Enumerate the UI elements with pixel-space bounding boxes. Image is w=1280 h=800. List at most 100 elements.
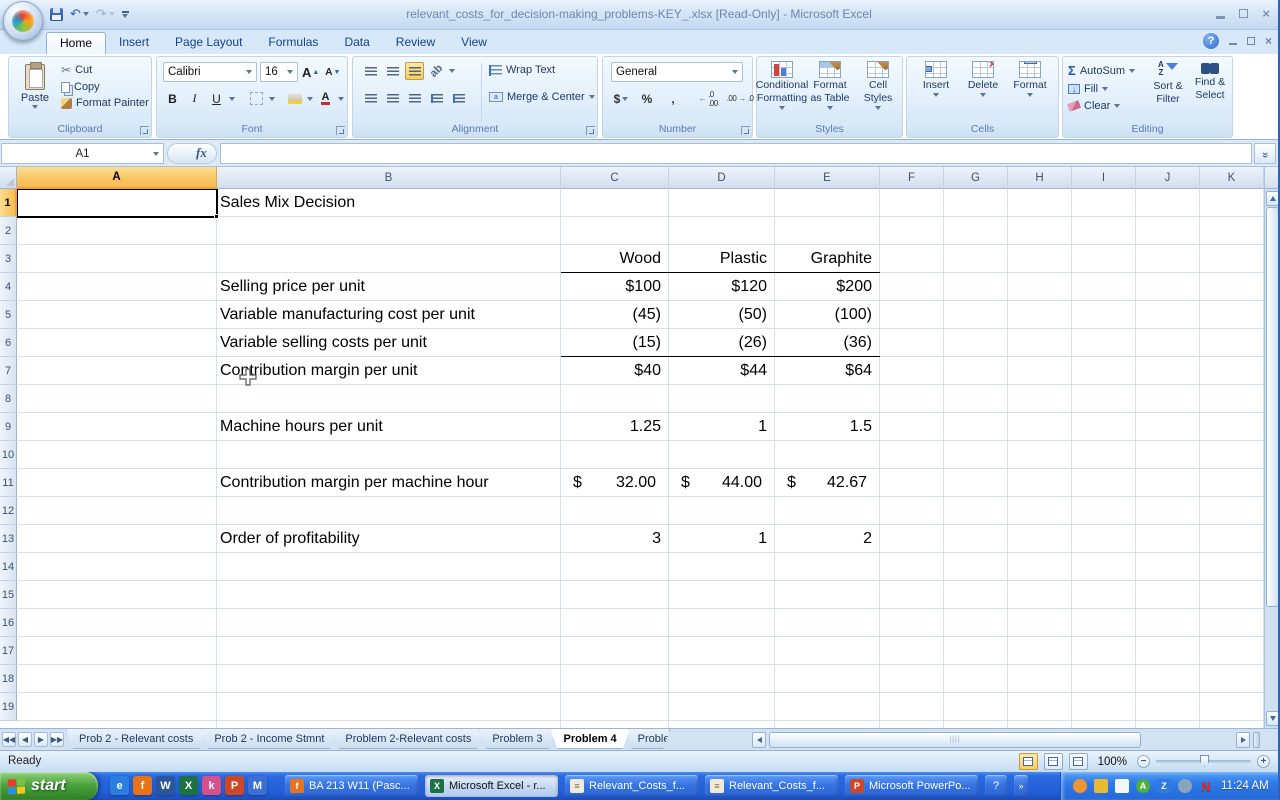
shrink-font-button[interactable]: A▼ — [323, 63, 342, 82]
page-break-view-button[interactable] — [1069, 753, 1088, 770]
cell-grid[interactable]: Sales Mix DecisionWoodPlasticGraphiteSel… — [17, 189, 1264, 728]
format-painter-button[interactable]: Format Painter — [61, 97, 149, 109]
select-all-corner[interactable] — [0, 167, 17, 189]
zoom-slider-thumb[interactable] — [1200, 755, 1209, 767]
cell-product-header-graphite[interactable]: Graphite — [775, 245, 880, 273]
office-button[interactable] — [3, 1, 43, 41]
first-sheet-button[interactable]: ◀◀ — [2, 732, 16, 747]
fill-color-button[interactable] — [285, 89, 304, 108]
cut-button[interactable]: ✂Cut — [61, 63, 149, 77]
task-button-relevant-costs-f[interactable]: ≡Relevant_Costs_f... — [705, 775, 838, 797]
sort-filter-button[interactable]: AZ Sort &Filter — [1147, 61, 1189, 105]
sheet-tab-problem-3[interactable]: Problem 3 — [479, 729, 555, 749]
autosum-button[interactable]: ΣAutoSum — [1068, 63, 1135, 78]
zoom-slider[interactable] — [1156, 760, 1251, 763]
sheet-tab-proble[interactable]: Proble — [625, 729, 671, 749]
help-icon[interactable]: ? — [1203, 33, 1219, 49]
font-size-combo[interactable]: 16 — [260, 62, 298, 82]
row-header-11[interactable]: 11 — [0, 469, 17, 497]
number-dialog-launcher[interactable] — [741, 126, 750, 135]
messenger-icon[interactable]: M — [248, 776, 267, 795]
top-align-button[interactable] — [361, 62, 380, 80]
cell-value[interactable]: (26) — [669, 329, 775, 357]
cell-label-contribution-margin-per-unit[interactable]: Contribution margin per unit — [217, 357, 561, 385]
cell-label-machine-hours-per-unit[interactable]: Machine hours per unit — [217, 413, 561, 441]
percent-style-button[interactable]: % — [637, 89, 657, 108]
cell-label-contribution-margin-per-machine-hour[interactable]: Contribution margin per machine hour — [217, 469, 561, 497]
cell-styles-button[interactable]: CellStyles — [855, 61, 901, 110]
column-header-B[interactable]: B — [217, 167, 561, 189]
row-header-4[interactable]: 4 — [0, 273, 17, 301]
cell-value[interactable]: $32.00 — [561, 469, 669, 497]
clear-button[interactable]: Clear — [1068, 100, 1135, 112]
close-button[interactable]: × — [1262, 6, 1270, 21]
cell-value[interactable]: (36) — [775, 329, 880, 357]
row-header-15[interactable]: 15 — [0, 581, 17, 609]
cell-value[interactable]: 1.5 — [775, 413, 880, 441]
updates-tray-icon[interactable] — [1073, 779, 1087, 793]
taskbar-group-chevron-button[interactable]: » — [1014, 775, 1028, 797]
clipboard-dialog-launcher[interactable] — [140, 126, 149, 135]
merge-center-button[interactable]: aMerge & Center — [489, 91, 595, 103]
cell-product-header-plastic[interactable]: Plastic — [669, 245, 775, 273]
row-header-10[interactable]: 10 — [0, 441, 17, 469]
scroll-left-button[interactable] — [752, 732, 766, 748]
tab-review[interactable]: Review — [383, 32, 448, 54]
orientation-button[interactable]: ab — [427, 62, 446, 80]
firefox-icon[interactable]: f — [133, 776, 152, 795]
tab-data[interactable]: Data — [331, 32, 382, 54]
row-header-8[interactable]: 8 — [0, 385, 17, 413]
cell-label-selling-price-per-unit[interactable]: Selling price per unit — [217, 273, 561, 301]
column-header-K[interactable]: K — [1200, 167, 1264, 189]
cell-value[interactable]: $40 — [561, 357, 669, 385]
decrease-indent-button[interactable] — [427, 89, 446, 107]
accounting-format-button[interactable]: $ — [611, 89, 631, 108]
scroll-down-button[interactable] — [1266, 711, 1279, 726]
column-header-F[interactable]: F — [880, 167, 944, 189]
start-button[interactable]: start — [0, 772, 98, 800]
row-header-9[interactable]: 9 — [0, 413, 17, 441]
name-box[interactable]: A1 — [1, 143, 164, 164]
expand-formula-bar-button[interactable]: » — [1254, 143, 1276, 164]
cell-value[interactable]: $200 — [775, 273, 880, 301]
cell-value[interactable]: $64 — [775, 357, 880, 385]
workbook-minimize-button[interactable] — [1229, 43, 1237, 46]
cell-value[interactable]: 3 — [561, 525, 669, 553]
task-button-microsoft-excel-r[interactable]: XMicrosoft Excel - r... — [425, 775, 558, 797]
paste-button[interactable]: Paste — [14, 61, 56, 121]
cell-value[interactable]: (15) — [561, 329, 669, 357]
cell-value[interactable]: $44 — [669, 357, 775, 385]
row-header-7[interactable]: 7 — [0, 357, 17, 385]
audio-tray-icon[interactable] — [1178, 779, 1192, 793]
row-header-3[interactable]: 3 — [0, 245, 17, 273]
cell-value[interactable]: $120 — [669, 273, 775, 301]
row-header-19[interactable]: 19 — [0, 693, 17, 721]
zoom-in-button[interactable]: + — [1257, 755, 1270, 768]
cell-value[interactable]: $42.67 — [775, 469, 880, 497]
row-header-5[interactable]: 5 — [0, 301, 17, 329]
restore-button[interactable] — [1239, 9, 1248, 18]
comma-style-button[interactable]: , — [663, 89, 683, 108]
delete-cells-button[interactable]: × Delete — [960, 61, 1006, 97]
row-header-12[interactable]: 12 — [0, 497, 17, 525]
middle-align-button[interactable] — [383, 62, 402, 80]
column-header-D[interactable]: D — [669, 167, 775, 189]
zotero-tray-icon[interactable]: Z — [1157, 779, 1171, 793]
save-button[interactable] — [50, 8, 63, 21]
font-name-combo[interactable]: Calibri — [163, 62, 257, 82]
horizontal-scroll-thumb[interactable]: |||| — [769, 732, 1141, 748]
tab-home[interactable]: Home — [46, 32, 106, 54]
zoom-out-button[interactable]: − — [1137, 755, 1150, 768]
cell-value[interactable]: 2 — [775, 525, 880, 553]
column-header-I[interactable]: I — [1072, 167, 1136, 189]
decrease-decimal-button[interactable]: .00 →.0 — [728, 89, 752, 108]
horizontal-scrollbar[interactable]: |||| — [752, 731, 1260, 748]
cell-product-header-wood[interactable]: Wood — [561, 245, 669, 273]
format-cells-button[interactable]: Format — [1007, 61, 1053, 97]
minimize-button[interactable] — [1216, 16, 1225, 19]
sheet-tab-problem-2-relevant-costs[interactable]: Problem 2-Relevant costs — [332, 729, 484, 749]
taskbar-extra-button[interactable]: ? — [985, 775, 1007, 797]
copy-button[interactable]: Copy — [61, 81, 149, 93]
cell-value[interactable]: 1.25 — [561, 413, 669, 441]
column-header-A[interactable]: A — [17, 167, 217, 189]
